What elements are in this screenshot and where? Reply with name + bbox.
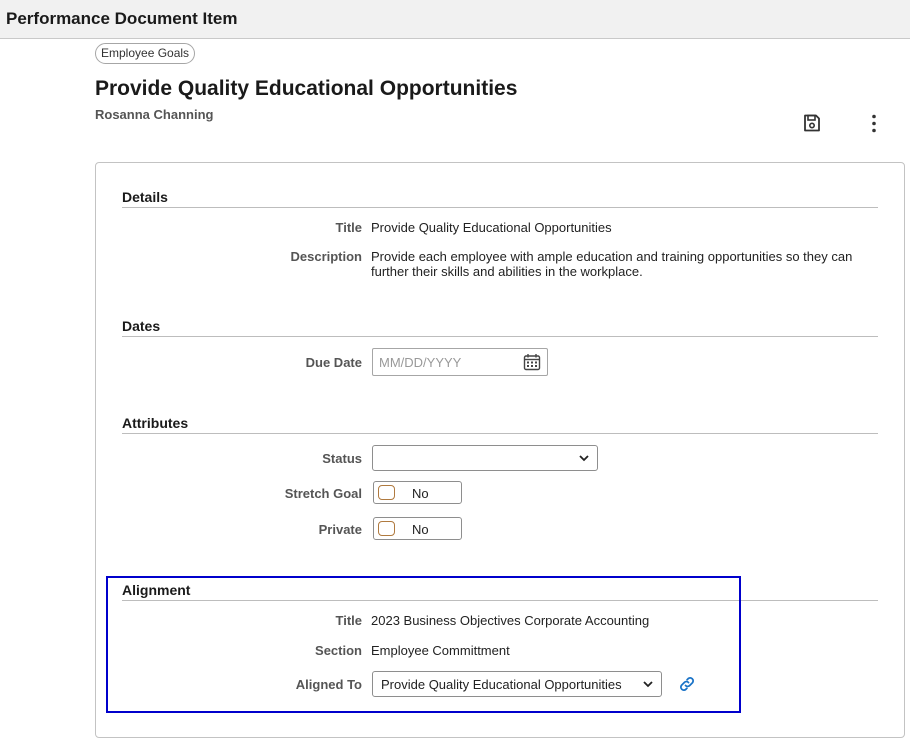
details-title-value: Provide Quality Educational Opportunitie… <box>371 220 612 235</box>
top-bar: Performance Document Item <box>0 0 910 39</box>
stretch-goal-toggle[interactable]: No <box>373 481 462 504</box>
page-title: Provide Quality Educational Opportunitie… <box>95 77 518 100</box>
alignment-title-label: Title <box>335 613 363 628</box>
stretch-goal-label: Stretch Goal <box>284 486 362 501</box>
dates-heading: Dates <box>122 318 878 337</box>
due-date-field <box>372 348 548 376</box>
details-heading: Details <box>122 189 878 208</box>
section-label: Section <box>315 643 362 658</box>
stretch-goal-value: No <box>412 486 429 501</box>
toggle-knob <box>378 521 395 536</box>
toggle-knob <box>378 485 395 500</box>
section-value: Employee Committment <box>371 643 510 658</box>
private-label: Private <box>318 522 362 537</box>
save-button[interactable] <box>800 111 824 135</box>
save-icon <box>804 114 820 132</box>
private-toggle[interactable]: No <box>373 517 462 540</box>
aligned-to-select[interactable]: Provide Quality Educational Opportunitie… <box>372 671 662 697</box>
alignment-title-value: 2023 Business Objectives Corporate Accou… <box>371 613 650 628</box>
link-icon[interactable] <box>678 675 696 693</box>
more-vertical-icon <box>872 114 876 133</box>
more-actions-button[interactable] <box>862 111 886 135</box>
status-label: Status <box>322 451 362 466</box>
employee-name: Rosanna Channing <box>95 107 214 122</box>
private-value: No <box>412 522 429 537</box>
chevron-down-icon <box>579 455 589 462</box>
description-value: Provide each employee with ample educati… <box>371 249 853 279</box>
status-select[interactable] <box>372 445 598 471</box>
details-title-label: Title <box>335 220 363 235</box>
calendar-icon[interactable] <box>523 353 541 371</box>
attributes-heading: Attributes <box>122 415 878 434</box>
chevron-down-icon <box>643 681 653 688</box>
breadcrumb-employee-goals[interactable]: Employee Goals <box>95 43 196 64</box>
description-label: Description <box>290 249 362 264</box>
due-date-input[interactable] <box>373 349 513 375</box>
due-date-label: Due Date <box>305 355 362 370</box>
alignment-heading: Alignment <box>122 582 878 601</box>
app-title: Performance Document Item <box>6 9 238 28</box>
aligned-to-label: Aligned To <box>295 677 362 692</box>
aligned-to-selected-value: Provide Quality Educational Opportunitie… <box>381 677 622 692</box>
